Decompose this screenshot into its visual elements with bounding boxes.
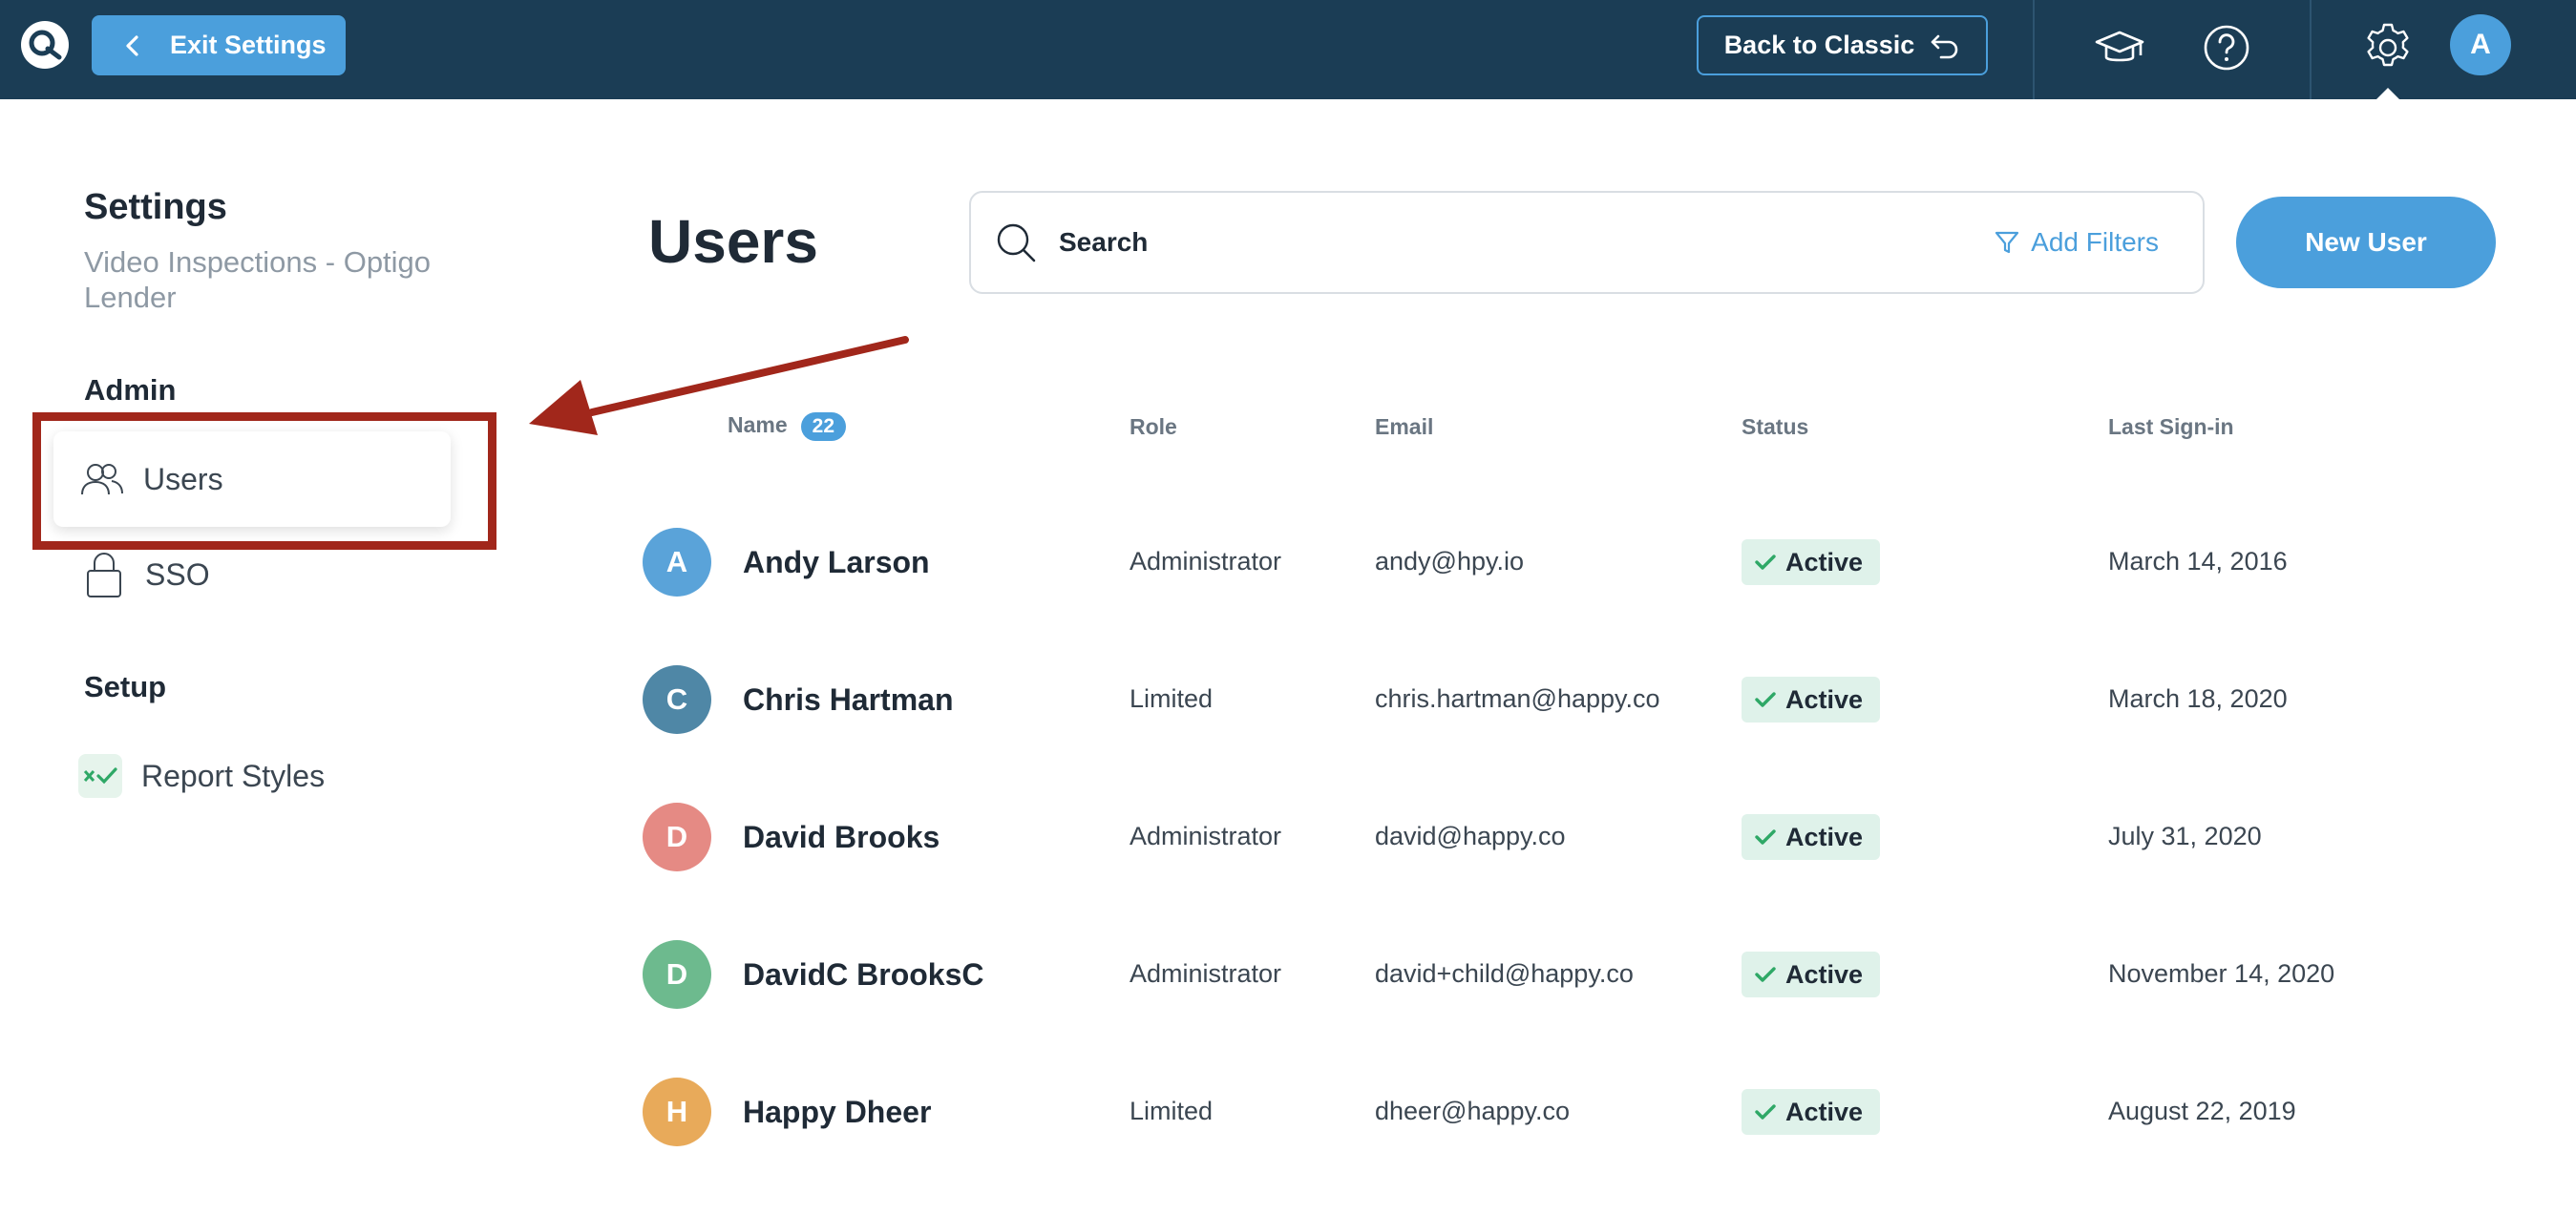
column-header-name[interactable]: Name 22: [728, 412, 847, 441]
status-label: Active: [1785, 547, 1864, 576]
search-bar: Add Filters: [969, 191, 2205, 294]
top-bar: Exit Settings Back to Classic A: [0, 0, 2576, 101]
check-icon: [1755, 967, 1776, 982]
status-label: Active: [1785, 822, 1864, 851]
user-last-sign-in: July 31, 2020: [2108, 822, 2262, 850]
user-avatar: D: [643, 940, 711, 1009]
user-avatar: H: [643, 1078, 711, 1146]
back-to-classic-button[interactable]: Back to Classic: [1697, 15, 1988, 75]
user-avatar[interactable]: A: [2450, 14, 2511, 75]
user-role: Administrator: [1130, 547, 1282, 576]
annotation-arrow-icon: [529, 336, 909, 435]
column-header-name-label: Name: [728, 412, 788, 438]
topbar-divider: [2310, 0, 2312, 99]
add-filters-label: Add Filters: [2031, 227, 2159, 257]
user-name[interactable]: Chris Hartman: [743, 682, 954, 718]
column-header-last-sign-in[interactable]: Last Sign-in: [2108, 414, 2234, 440]
column-header-email[interactable]: Email: [1375, 414, 1433, 440]
status-badge: Active: [1742, 814, 1881, 860]
status-label: Active: [1785, 1097, 1864, 1126]
check-icon: [1755, 692, 1776, 707]
app-logo-icon[interactable]: [19, 19, 71, 71]
user-email: david+child@happy.co: [1375, 959, 1634, 988]
exit-settings-button[interactable]: Exit Settings: [92, 15, 346, 75]
status-label: Active: [1785, 959, 1864, 989]
filter-icon: [1995, 231, 2019, 254]
page-title: Users: [648, 207, 818, 276]
user-last-sign-in: March 18, 2020: [2108, 684, 2288, 713]
user-avatar: D: [643, 803, 711, 871]
back-to-classic-label: Back to Classic: [1723, 31, 1915, 59]
table-row[interactable]: D David Brooks Administrator david@happy…: [0, 803, 2576, 940]
add-filters-button[interactable]: Add Filters: [1995, 227, 2159, 258]
user-email: chris.hartman@happy.co: [1375, 684, 1660, 713]
user-email: dheer@happy.co: [1375, 1097, 1571, 1125]
user-role: Administrator: [1130, 822, 1282, 850]
status-label: Active: [1785, 684, 1864, 714]
sidebar-section-admin: Admin: [84, 373, 177, 407]
undo-icon: [1931, 34, 1958, 58]
exit-settings-label: Exit Settings: [170, 31, 327, 59]
status-badge: Active: [1742, 952, 1881, 997]
topbar-divider: [2033, 0, 2035, 99]
user-last-sign-in: November 14, 2020: [2108, 959, 2335, 988]
user-name[interactable]: David Brooks: [743, 820, 940, 855]
user-last-sign-in: March 14, 2016: [2108, 547, 2288, 576]
graduation-cap-icon[interactable]: [2093, 21, 2146, 74]
check-icon: [1755, 1104, 1776, 1120]
table-row[interactable]: A Andy Larson Administrator andy@hpy.io …: [0, 528, 2576, 665]
column-header-status[interactable]: Status: [1742, 414, 1808, 440]
status-badge: Active: [1742, 1089, 1881, 1135]
user-name[interactable]: Andy Larson: [743, 545, 930, 580]
column-header-role[interactable]: Role: [1130, 414, 1177, 440]
user-avatar: A: [643, 528, 711, 597]
user-role: Limited: [1130, 684, 1214, 713]
new-user-button[interactable]: New User: [2236, 197, 2496, 288]
user-name[interactable]: DavidC BrooksC: [743, 957, 984, 993]
user-role: Administrator: [1130, 959, 1282, 988]
check-icon: [1755, 829, 1776, 845]
table-row[interactable]: D DavidC BrooksC Administrator david+chi…: [0, 940, 2576, 1078]
status-badge: Active: [1742, 539, 1881, 585]
user-avatar: C: [643, 665, 711, 734]
sidebar-title: Settings: [84, 187, 227, 227]
search-icon: [997, 223, 1036, 262]
table-row[interactable]: C Chris Hartman Limited chris.hartman@ha…: [0, 665, 2576, 803]
table-row[interactable]: H Happy Dheer Limited dheer@happy.co Act…: [0, 1078, 2576, 1215]
search-input[interactable]: [1057, 226, 1995, 259]
user-email: david@happy.co: [1375, 822, 1566, 850]
user-count-badge: 22: [800, 412, 847, 441]
user-last-sign-in: August 22, 2019: [2108, 1097, 2296, 1125]
user-email: andy@hpy.io: [1375, 547, 1525, 576]
gear-icon[interactable]: [2361, 21, 2415, 74]
help-icon[interactable]: [2200, 21, 2253, 74]
chevron-left-icon: [126, 34, 138, 56]
sidebar-subtitle: Video Inspections - Optigo Lender: [84, 245, 432, 314]
user-name[interactable]: Happy Dheer: [743, 1095, 931, 1130]
user-role: Limited: [1130, 1097, 1214, 1125]
check-icon: [1755, 555, 1776, 570]
status-badge: Active: [1742, 677, 1881, 723]
